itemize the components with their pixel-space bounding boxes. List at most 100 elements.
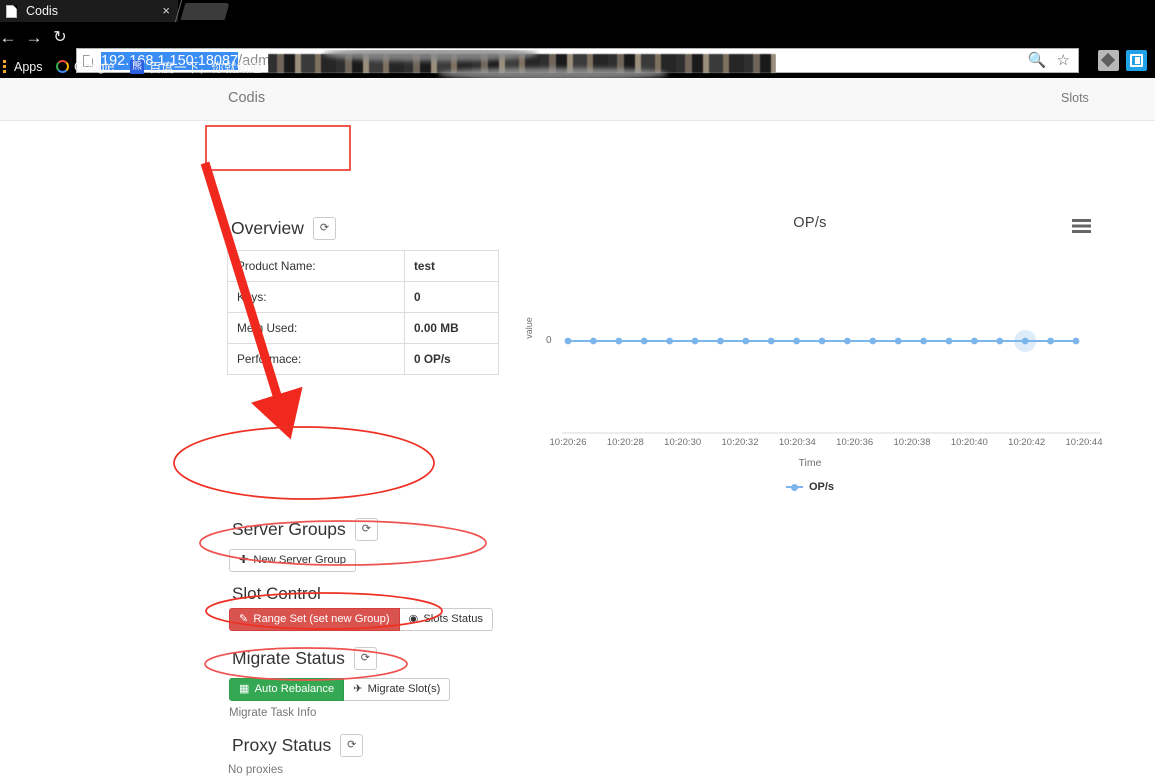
migrate-task-info-label: Migrate Task Info	[229, 707, 317, 719]
data-point[interactable]	[717, 337, 724, 345]
data-point[interactable]	[666, 337, 673, 345]
data-point[interactable]	[767, 337, 775, 345]
data-point[interactable]	[1021, 337, 1029, 345]
slot-control-button-group: ✎ Range Set (set new Group) ◉ Slots Stat…	[229, 608, 494, 632]
data-point[interactable]	[1047, 337, 1054, 345]
apps-grip-icon	[3, 60, 6, 73]
data-point[interactable]	[691, 337, 699, 345]
table-row: Keys: 0	[227, 281, 499, 313]
new-server-group-button[interactable]: ✚ New Server Group	[229, 549, 357, 573]
slot-control-title-text: Slot Control	[232, 584, 321, 603]
proxy-status-refresh-button[interactable]: ⟳	[340, 734, 364, 757]
migrate-status-heading: Migrate Status ⟳	[232, 647, 377, 670]
overview-title-text: Overview	[231, 218, 304, 238]
grid-icon: ▦	[239, 683, 250, 695]
reload-button[interactable]: ↻	[48, 26, 72, 50]
data-point[interactable]	[869, 337, 877, 345]
table-row: Mem Used: 0.00 MB	[227, 312, 499, 344]
chart-plot-area	[562, 330, 1100, 434]
redaction-smudge-top	[323, 50, 538, 61]
bookmark-baidu[interactable]: 熊 百度一下，你就知道	[130, 58, 262, 75]
data-point[interactable]	[590, 337, 597, 345]
table-row: Product Name: test	[227, 250, 499, 282]
x-tick-label: 10:20:30	[664, 437, 702, 448]
x-tick-label: 10:20:32	[721, 437, 759, 448]
migrate-button-group: ▦ Auto Rebalance ✈ Migrate Slot(s)	[229, 678, 451, 702]
bookmark-google-label: Google	[74, 59, 115, 74]
bookmark-apps-label: Apps	[14, 59, 43, 74]
overview-value: test	[404, 250, 499, 282]
table-row: Performace: 0 OP/s	[227, 343, 499, 375]
new-tab-button[interactable]	[180, 3, 230, 20]
data-point[interactable]	[640, 337, 648, 345]
data-point[interactable]	[793, 337, 800, 345]
tab-strip: Codis ×	[0, 0, 1155, 22]
migrate-status-refresh-button[interactable]: ⟳	[353, 647, 377, 670]
proxy-empty-message: No proxies	[228, 764, 283, 776]
airplane-icon: ✈	[353, 683, 363, 695]
plus-icon: ✚	[239, 554, 249, 566]
nav-link-slots[interactable]: Slots	[1061, 91, 1089, 105]
data-point[interactable]	[894, 337, 902, 345]
migrate-slots-button[interactable]: ✈ Migrate Slot(s)	[344, 678, 451, 702]
x-tick-label: 10:20:44	[1065, 437, 1103, 448]
data-point[interactable]	[1072, 337, 1080, 345]
bookmark-baidu-label: 百度一下，你就知道	[149, 61, 262, 75]
slots-status-button[interactable]: ◉ Slots Status	[399, 608, 494, 632]
baidu-icon: 熊	[130, 59, 144, 74]
overview-value: 0 OP/s	[404, 343, 499, 375]
data-point[interactable]	[920, 337, 927, 345]
bookmark-apps[interactable]: Apps	[14, 58, 43, 75]
data-point[interactable]	[945, 337, 953, 345]
auto-rebalance-label: Auto Rebalance	[254, 683, 335, 695]
tab-favicon-icon	[6, 4, 17, 18]
server-groups-refresh-button[interactable]: ⟳	[354, 518, 378, 541]
server-groups-heading: Server Groups ⟳	[232, 518, 378, 541]
server-groups-title-text: Server Groups	[232, 519, 346, 539]
data-point[interactable]	[564, 337, 572, 345]
redacted-bookmarks-region	[268, 50, 776, 78]
migrate-status-title-text: Migrate Status	[232, 648, 345, 668]
chart-x-tick-labels: 10:20:26 10:20:28 10:20:30 10:20:32 10:20:34…	[550, 437, 1103, 451]
data-point[interactable]	[615, 337, 623, 345]
x-tick-label: 10:20:38	[893, 437, 931, 448]
pencil-icon: ✎	[239, 613, 249, 625]
x-tick-label: 10:20:34	[778, 437, 816, 448]
x-tick-label: 10:20:42	[1008, 437, 1046, 448]
page-content: Codis Slots Overview ⟳ Product Name: tes…	[0, 78, 1155, 776]
back-button[interactable]: ←	[0, 26, 20, 50]
tab-title: Codis	[26, 4, 58, 18]
x-tick-label: 10:20:40	[950, 437, 988, 448]
legend-label: OP/s	[808, 481, 835, 493]
legend-marker-icon	[785, 483, 803, 491]
data-point[interactable]	[742, 337, 750, 345]
tab-close-icon[interactable]: ×	[162, 2, 170, 20]
browser-tab-codis[interactable]: Codis ×	[0, 0, 178, 22]
overview-key: Performace:	[227, 343, 405, 375]
new-server-group-label: New Server Group	[253, 554, 347, 566]
codis-navbar: Codis Slots	[0, 78, 1155, 121]
overview-refresh-button[interactable]: ⟳	[312, 217, 336, 240]
forward-button[interactable]: →	[22, 26, 46, 50]
google-icon	[56, 60, 69, 73]
slots-status-label: Slots Status	[423, 613, 484, 625]
range-set-button[interactable]: ✎ Range Set (set new Group)	[229, 608, 400, 632]
brand-label[interactable]: Codis	[228, 90, 265, 106]
overview-heading: Overview ⟳	[231, 217, 336, 240]
data-point[interactable]	[818, 337, 826, 345]
bookmark-google[interactable]: Google	[56, 58, 114, 75]
overview-value: 0	[404, 281, 499, 313]
proxy-status-heading: Proxy Status ⟳	[232, 734, 364, 757]
slot-control-heading: Slot Control	[232, 584, 321, 604]
x-tick-label: 10:20:36	[836, 437, 874, 448]
chart-x-axis-label: Time	[798, 457, 822, 469]
data-point[interactable]	[971, 337, 978, 345]
overview-key: Mem Used:	[227, 312, 405, 344]
data-point[interactable]	[996, 337, 1004, 345]
chart-legend[interactable]: OP/s	[520, 481, 1100, 493]
x-tick-label: 10:20:28	[606, 437, 644, 448]
browser-chrome: Codis × ← → ↻ 192.168.1.150:18087/admin/…	[0, 0, 1155, 78]
proxy-status-title-text: Proxy Status	[232, 735, 332, 755]
auto-rebalance-button[interactable]: ▦ Auto Rebalance	[229, 678, 345, 702]
data-point[interactable]	[844, 337, 851, 345]
